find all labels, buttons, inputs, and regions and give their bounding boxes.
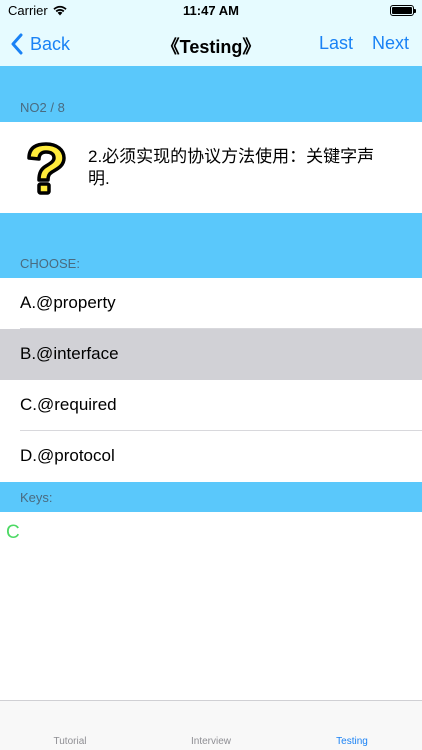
option-a[interactable]: A.@property — [0, 278, 422, 329]
option-d[interactable]: D.@protocol — [0, 431, 422, 482]
tab-testing[interactable]: Testing — [282, 736, 422, 747]
question-row: 2.必须实现的协议方法使用：关键字声明. — [0, 122, 422, 213]
choose-label: CHOOSE: — [20, 256, 80, 271]
option-c-label: C.@required — [20, 395, 117, 414]
question-mark-icon — [27, 142, 66, 195]
back-button[interactable]: Back — [10, 32, 70, 56]
choose-header: CHOOSE: — [0, 213, 422, 278]
next-button[interactable]: Next — [372, 33, 409, 54]
battery-icon — [390, 5, 416, 16]
back-label: Back — [30, 33, 71, 54]
tab-bar: Tutorial Interview Testing — [0, 700, 422, 750]
option-d-label: D.@protocol — [20, 446, 115, 465]
progress-header: NO2 / 8 — [0, 66, 422, 122]
chevron-left-icon — [11, 33, 23, 55]
tab-interview[interactable]: Interview — [141, 736, 281, 747]
clock: 11:47 AM — [183, 3, 239, 18]
status-bar: Carrier 11:47 AM — [0, 0, 422, 22]
option-b-label: B.@interface — [20, 344, 119, 363]
answer-key: C — [6, 522, 20, 543]
option-c[interactable]: C.@required — [0, 380, 422, 431]
navigation-bar: Back 《Testing》 Last Next — [0, 22, 422, 66]
last-button[interactable]: Last — [319, 33, 353, 54]
screen: Carrier 11:47 AM Back 《Testing》 Last Nex… — [0, 0, 422, 750]
option-b[interactable]: B.@interface — [0, 329, 422, 380]
keys-header: Keys: — [0, 482, 422, 512]
question-text: 2.必须实现的协议方法使用：关键字声明. — [88, 147, 375, 188]
option-a-label: A.@property — [20, 293, 116, 312]
question-progress: NO2 / 8 — [20, 100, 65, 115]
keys-label: Keys: — [20, 490, 53, 505]
page-title: 《Testing》 — [161, 37, 261, 57]
tab-tutorial[interactable]: Tutorial — [0, 736, 140, 747]
